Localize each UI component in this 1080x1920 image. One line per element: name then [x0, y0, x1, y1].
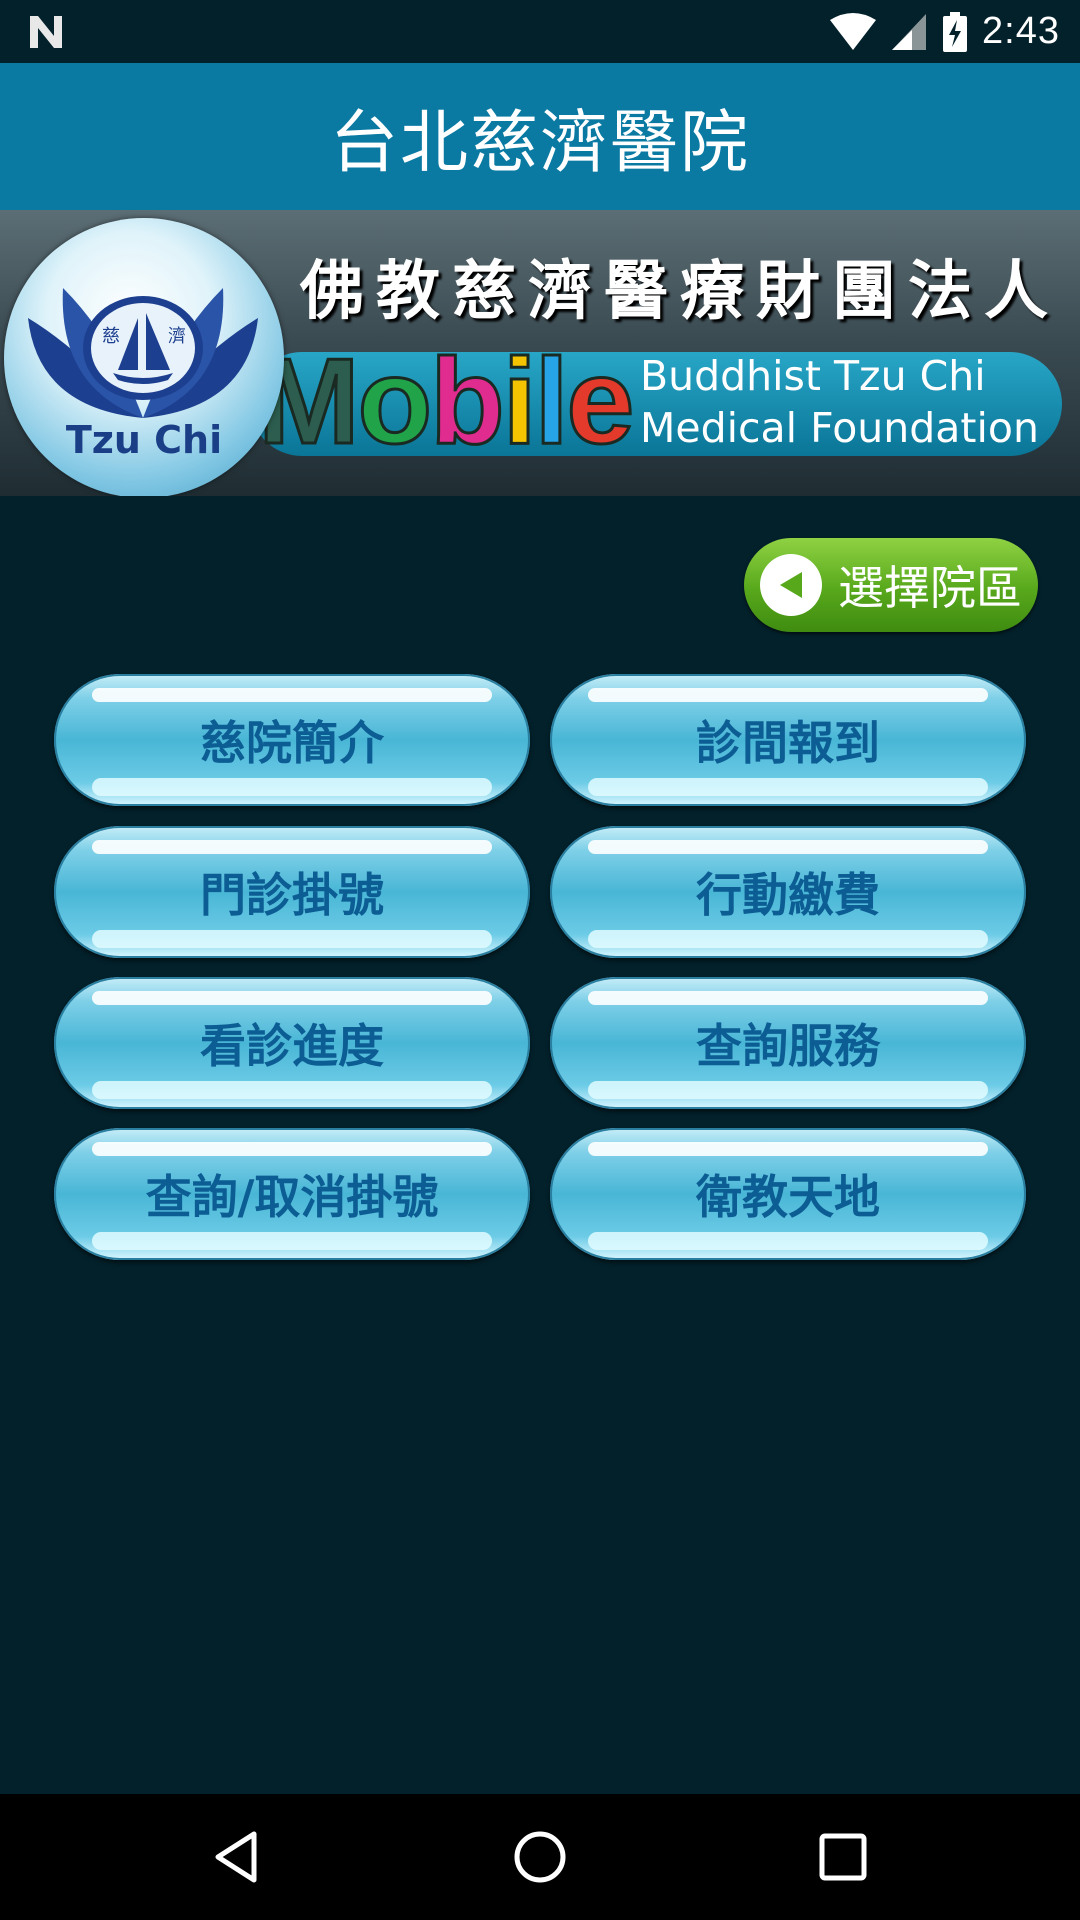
outpatient-registration-button[interactable]: 門診掛號	[54, 826, 530, 958]
consultation-progress-button[interactable]: 看診進度	[54, 977, 530, 1109]
banner-title-zh: 佛教慈濟醫療財團法人	[300, 254, 1060, 329]
health-education-button[interactable]: 衛教天地	[550, 1128, 1026, 1260]
back-arrow-icon	[760, 554, 822, 616]
banner-english-name: Buddhist Tzu Chi Medical Foundation	[640, 350, 1039, 454]
lotus-ship-icon: 慈 濟	[28, 288, 258, 418]
query-cancel-registration-button[interactable]: 查詢/取消掛號	[54, 1128, 530, 1260]
mobile-payment-button[interactable]: 行動繳費	[550, 826, 1026, 958]
banner-mobile-wordmark: Mobile	[257, 333, 636, 469]
query-services-button[interactable]: 查詢服務	[550, 977, 1026, 1109]
svg-text:濟: 濟	[168, 326, 186, 347]
battery-charging-icon	[943, 11, 968, 52]
banner-en-line2: Medical Foundation	[640, 404, 1039, 452]
select-district-label: 選擇院區	[838, 561, 1022, 615]
status-indicators: 2:43	[830, 0, 1060, 63]
banner: 佛教慈濟醫療財團法人 Mobile Buddhist Tzu Chi Medic…	[0, 210, 1080, 496]
svg-text:慈: 慈	[102, 326, 120, 347]
tzu-chi-logo: 慈 濟 Tzu Chi	[4, 218, 284, 496]
select-district-button[interactable]: 選擇院區	[744, 538, 1038, 632]
notification-n-icon	[30, 16, 62, 48]
app-title: 台北慈濟醫院	[329, 104, 750, 183]
banner-en-line1: Buddhist Tzu Chi	[640, 352, 986, 400]
app-bar: 台北慈濟醫院	[0, 63, 1080, 210]
about-hospital-button[interactable]: 慈院簡介	[54, 674, 530, 806]
cell-signal-icon	[892, 13, 927, 50]
wifi-icon	[830, 12, 877, 50]
home-icon[interactable]	[507, 1824, 573, 1890]
status-bar: 2:43	[0, 0, 1080, 63]
clock: 2:43	[982, 10, 1060, 52]
recents-icon[interactable]	[810, 1824, 876, 1890]
navigation-bar	[0, 1794, 1080, 1920]
back-icon[interactable]	[204, 1824, 270, 1890]
logo-text: Tzu Chi	[65, 418, 223, 462]
clinic-checkin-button[interactable]: 診間報到	[550, 674, 1026, 806]
